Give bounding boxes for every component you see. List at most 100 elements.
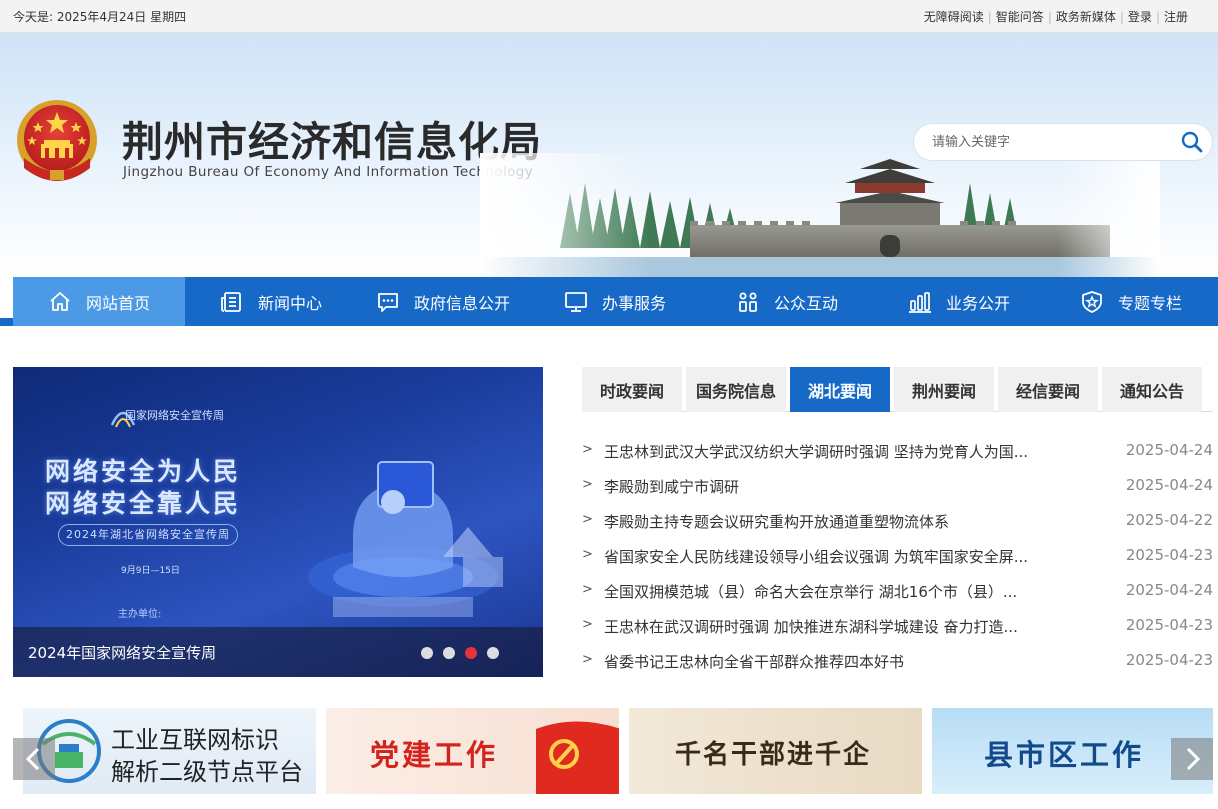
list-item[interactable]: > 省国家安全人民防线建设领导小组会议强调 为筑牢国家安全屏... 2025-04-… (582, 539, 1213, 574)
feature-label: 千名干部进千企 (675, 740, 872, 770)
search-input[interactable] (932, 124, 1172, 160)
bullet-arrow-icon: > (582, 652, 593, 667)
tab-politics-news[interactable]: 时政要闻 (582, 367, 682, 412)
bullet-arrow-icon: > (582, 547, 593, 562)
nav-label: 政府信息公开 (413, 293, 510, 313)
monitor-icon (565, 291, 587, 312)
nav-label: 专题专栏 (1117, 293, 1182, 313)
nav-services[interactable]: 办事服务 (529, 277, 701, 326)
bullet-arrow-icon: > (582, 617, 593, 632)
badge-star-icon (1082, 290, 1102, 313)
news-title[interactable]: 李殿勋到咸宁市调研 (604, 476, 1064, 497)
tab-state-council[interactable]: 国务院信息 (686, 367, 786, 412)
news-title[interactable]: 李殿勋主持专题会议研究重构开放通道重塑物流体系 (604, 511, 1064, 532)
list-item[interactable]: > 王忠林到武汉大学武汉纺织大学调研时强调 坚持为党育人为国... 2025-04-… (582, 434, 1213, 469)
slider-dot-2[interactable] (443, 647, 455, 659)
nav-news-center[interactable]: 新闻中心 (185, 277, 357, 326)
site-title: 荆州市经济和信息化局 (122, 118, 542, 166)
feature-label: 党建工作 (370, 738, 499, 772)
slide-host: 主办单位: (118, 609, 162, 620)
tab-economy-news[interactable]: 经信要闻 (998, 367, 1098, 412)
search-box (913, 123, 1213, 161)
feature-cadres-enterprises[interactable]: 千名干部进千企 (629, 708, 922, 794)
slide-pill: 2024年湖北省网络安全宣传周 (58, 524, 238, 546)
tab-notices[interactable]: 通知公告 (1102, 367, 1202, 412)
home-icon (50, 291, 70, 311)
chat-icon (378, 292, 398, 312)
divider: | (987, 9, 992, 24)
nav-special-topics[interactable]: 专题专栏 (1045, 277, 1217, 326)
party-flag-icon (536, 721, 619, 794)
news-date: 2025-04-22 (1125, 511, 1213, 529)
nav-label: 业务公开 (945, 293, 1010, 313)
main-nav: 网站首页 新闻中心 政府信息公开 办事服务 公众互动 业务公开 专题专栏 (13, 277, 1218, 326)
carousel-next-button[interactable] (1171, 738, 1213, 780)
news-title[interactable]: 王忠林在武汉调研时强调 加快推进东湖科学城建设 奋力打造... (604, 616, 1064, 637)
news-date: 2025-04-24 (1125, 476, 1213, 494)
smart-qa-link[interactable]: 智能问答 (996, 8, 1044, 25)
nav-interaction[interactable]: 公众互动 (701, 277, 873, 326)
top-bar: 今天是: 2025年4月24日 星期四 无障碍阅读 | 智能问答 | 政务新媒体… (0, 0, 1218, 33)
site-subtitle: Jingzhou Bureau Of Economy And Informati… (123, 164, 534, 180)
news-date: 2025-04-24 (1125, 581, 1213, 599)
feature-party-building[interactable]: 党建工作 (326, 708, 619, 794)
image-slider[interactable]: 国家网络安全宣传周 网络安全为人民 网络安全靠人民 2024年湖北省网络安全宣传… (13, 367, 543, 677)
divider: | (1155, 9, 1160, 24)
slider-dots (411, 647, 499, 659)
nav-label: 新闻中心 (257, 293, 322, 313)
list-item[interactable]: > 王忠林在武汉调研时强调 加快推进东湖科学城建设 奋力打造... 2025-04-… (582, 609, 1213, 644)
slider-dot-1[interactable] (421, 647, 433, 659)
tab-hubei-news[interactable]: 湖北要闻 (790, 367, 890, 412)
slider-dot-3[interactable] (465, 647, 477, 659)
carousel-prev-button[interactable] (13, 738, 55, 780)
chevron-left-icon (25, 747, 40, 771)
nav-business[interactable]: 业务公开 (873, 277, 1045, 326)
news-date: 2025-04-23 (1125, 616, 1213, 634)
slide-date: 9月9日—15日 (121, 566, 180, 576)
news-list: > 王忠林到武汉大学武汉纺织大学调研时强调 坚持为党育人为国... 2025-04-… (582, 434, 1213, 679)
current-date: 今天是: 2025年4月24日 星期四 (13, 10, 187, 24)
feature-banners: 工业互联网标识 解析二级节点平台 党建工作 千名干部进千企 县市区工作 (23, 708, 1213, 794)
register-link[interactable]: 注册 (1164, 8, 1188, 25)
slide-caption: 2024年国家网络安全宣传周 (28, 644, 217, 662)
news-title[interactable]: 省国家安全人民防线建设领导小组会议强调 为筑牢国家安全屏... (604, 546, 1064, 567)
list-item[interactable]: > 省委书记王忠林向全省干部群众推荐四本好书 2025-04-23 (582, 644, 1213, 679)
feature-industrial-internet[interactable]: 工业互联网标识 解析二级节点平台 (23, 708, 316, 794)
slide-caption-bar: 2024年国家网络安全宣传周 (13, 627, 543, 677)
nav-label: 办事服务 (601, 293, 666, 313)
slider-dot-4[interactable] (487, 647, 499, 659)
slide-headline-1: 网络安全为人民 (45, 457, 242, 486)
divider: | (1119, 9, 1124, 24)
news-title[interactable]: 王忠林到武汉大学武汉纺织大学调研时强调 坚持为党育人为国... (604, 441, 1064, 462)
bar-chart-icon (908, 291, 931, 313)
news-tabs: 时政要闻 国务院信息 湖北要闻 荆州要闻 经信要闻 通知公告 (582, 367, 1213, 412)
national-emblem-icon (17, 100, 97, 181)
news-title[interactable]: 全国双拥模范城（县）命名大会在京举行 湖北16个市（县）... (604, 581, 1064, 602)
city-scenery-illustration (480, 153, 1160, 277)
divider: | (1047, 9, 1052, 24)
accessibility-link[interactable]: 无障碍阅读 (924, 8, 984, 25)
search-icon[interactable] (1176, 127, 1208, 157)
list-item[interactable]: > 李殿勋到咸宁市调研 2025-04-24 (582, 469, 1213, 504)
list-item[interactable]: > 李殿勋主持专题会议研究重构开放通道重塑物流体系 2025-04-22 (582, 504, 1213, 539)
chevron-right-icon (1186, 747, 1201, 771)
bullet-arrow-icon: > (582, 477, 593, 492)
new-media-link[interactable]: 政务新媒体 (1056, 8, 1116, 25)
top-links: 无障碍阅读 | 智能问答 | 政务新媒体 | 登录 | 注册 (924, 8, 1188, 25)
nav-label: 网站首页 (85, 293, 150, 313)
news-date: 2025-04-23 (1125, 651, 1213, 669)
slide-logo-text: 国家网络安全宣传周 (125, 409, 224, 422)
news-icon (221, 291, 241, 312)
list-item[interactable]: > 全国双拥模范城（县）命名大会在京举行 湖北16个市（县）... 2025-04-… (582, 574, 1213, 609)
login-link[interactable]: 登录 (1128, 8, 1152, 25)
news-title[interactable]: 省委书记王忠林向全省干部群众推荐四本好书 (604, 651, 1064, 672)
security-shield-illustration (308, 461, 503, 617)
nav-home[interactable]: 网站首页 (13, 277, 185, 326)
feature-label: 县市区工作 (984, 738, 1145, 772)
slide-headline-2: 网络安全靠人民 (45, 489, 242, 518)
tab-jingzhou-news[interactable]: 荆州要闻 (894, 367, 994, 412)
bullet-arrow-icon: > (582, 582, 593, 597)
feature-label: 解析二级节点平台 (111, 758, 303, 786)
bullet-arrow-icon: > (582, 512, 593, 527)
nav-gov-info[interactable]: 政府信息公开 (357, 277, 529, 326)
